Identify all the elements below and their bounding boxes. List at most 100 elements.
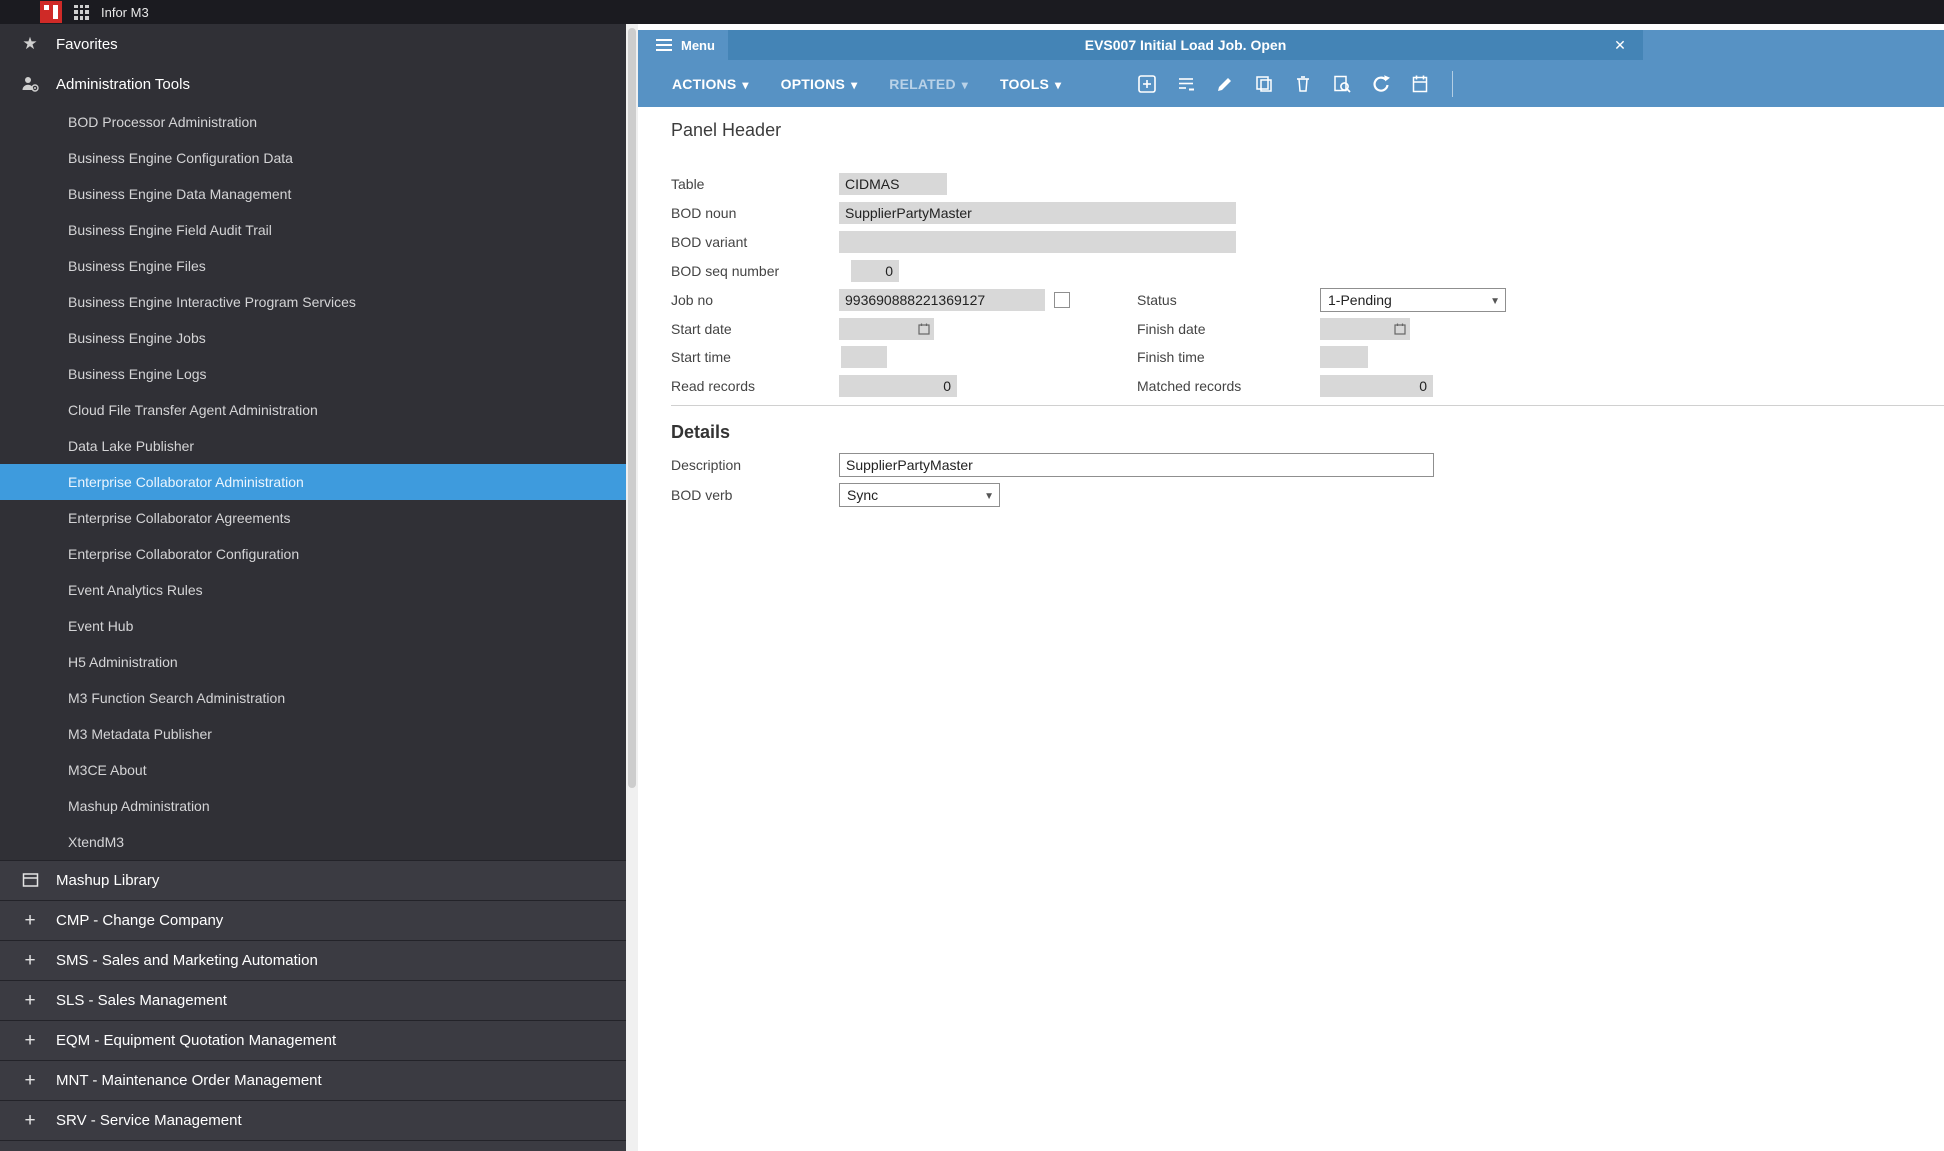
bod-noun-label: BOD noun — [671, 205, 737, 221]
admin-tools-icon — [20, 75, 40, 93]
panel-header-section-title: Panel Header — [671, 120, 782, 140]
section-label: CMP - Change Company — [56, 912, 224, 929]
sidebar-item-business-engine-field-audit-trail[interactable]: Business Engine Field Audit Trail — [0, 212, 626, 248]
status-value: 1-Pending — [1328, 292, 1392, 308]
form-row-times: Start time Finish time — [671, 343, 1944, 371]
sidebar-item-business-engine-interactive-program-services[interactable]: Business Engine Interactive Program Serv… — [0, 284, 626, 320]
sidebar-item-m3-function-search-administration[interactable]: M3 Function Search Administration — [0, 680, 626, 716]
sidebar-item-business-engine-jobs[interactable]: Business Engine Jobs — [0, 320, 626, 356]
actions-menu[interactable]: ACTIONS — [672, 76, 749, 92]
sidebar: Favorites Administration Tools BOD Proce… — [0, 24, 626, 1151]
read-records-input[interactable]: 0 — [839, 375, 957, 397]
panel-header-bar: Menu EVS007 Initial Load Job. Open — [638, 30, 1944, 60]
sidebar-item-administration-tools[interactable]: Administration Tools — [0, 64, 626, 104]
bod-verb-value: Sync — [847, 487, 879, 503]
section-divider — [671, 405, 1944, 406]
start-time-input[interactable] — [841, 346, 887, 368]
sidebar-item-business-engine-configuration-data[interactable]: Business Engine Configuration Data — [0, 140, 626, 176]
panel-title: EVS007 Initial Load Job. Open — [1084, 37, 1287, 53]
sidebar-section-mnt[interactable]: MNT - Maintenance Order Management — [0, 1060, 626, 1100]
search-document-icon[interactable] — [1330, 72, 1354, 96]
top-bar: Infor M3 — [0, 0, 1944, 24]
matched-records-label: Matched records — [1137, 378, 1242, 394]
sidebar-scrollbar-thumb[interactable] — [628, 28, 636, 788]
sidebar-item-business-engine-data-management[interactable]: Business Engine Data Management — [0, 176, 626, 212]
start-date-label: Start date — [671, 321, 732, 337]
sidebar-item-cloud-file-transfer-agent-administration[interactable]: Cloud File Transfer Agent Administration — [0, 392, 626, 428]
hamburger-icon — [656, 39, 672, 51]
bod-verb-dropdown[interactable]: Sync — [839, 483, 1000, 507]
description-label: Description — [671, 457, 742, 473]
clipboard-icon[interactable] — [1408, 72, 1432, 96]
app-title: Infor M3 — [101, 4, 149, 20]
job-no-checkbox[interactable] — [1054, 292, 1070, 308]
edit-icon[interactable] — [1213, 72, 1237, 96]
sidebar-item-bod-processor-administration[interactable]: BOD Processor Administration — [0, 104, 626, 140]
menu-button[interactable]: Menu — [638, 30, 728, 60]
plus-icon — [20, 1110, 40, 1132]
bod-variant-input[interactable] — [839, 231, 1236, 253]
sidebar-item-event-analytics-rules[interactable]: Event Analytics Rules — [0, 572, 626, 608]
sidebar-item-mashup-administration[interactable]: Mashup Administration — [0, 788, 626, 824]
app-grid-icon[interactable] — [74, 4, 89, 20]
bod-verb-label: BOD verb — [671, 487, 733, 503]
section-label: SRV - Service Management — [56, 1112, 242, 1129]
bod-noun-input[interactable]: SupplierPartyMaster — [839, 202, 1236, 224]
sidebar-scrollbar[interactable] — [626, 24, 638, 1151]
sidebar-item-m3-metadata-publisher[interactable]: M3 Metadata Publisher — [0, 716, 626, 752]
chevron-down-icon — [742, 76, 748, 92]
sidebar-item-enterprise-collaborator-agreements[interactable]: Enterprise Collaborator Agreements — [0, 500, 626, 536]
table-input[interactable]: CIDMAS — [839, 173, 947, 195]
chevron-down-icon — [1490, 293, 1500, 307]
sidebar-item-xtendm3[interactable]: XtendM3 — [0, 824, 626, 860]
delete-icon[interactable] — [1291, 72, 1315, 96]
sidebar-item-enterprise-collaborator-configuration[interactable]: Enterprise Collaborator Configuration — [0, 536, 626, 572]
bod-seq-label: BOD seq number — [671, 263, 780, 279]
plus-icon — [20, 1070, 40, 1092]
section-label: SLS - Sales Management — [56, 992, 227, 1009]
sidebar-item-m3ce-about[interactable]: M3CE About — [0, 752, 626, 788]
sidebar-item-event-hub[interactable]: Event Hub — [0, 608, 626, 644]
plus-icon — [20, 910, 40, 932]
favorites-label: Favorites — [56, 35, 118, 53]
sidebar-section-eqm[interactable]: EQM - Equipment Quotation Management — [0, 1020, 626, 1060]
start-date-input[interactable] — [839, 318, 934, 340]
sidebar-section-sms[interactable]: SMS - Sales and Marketing Automation — [0, 940, 626, 980]
sidebar-partial-row — [0, 1140, 626, 1151]
tools-menu[interactable]: TOOLS — [1000, 76, 1061, 92]
form-row-description: Description SupplierPartyMaster — [671, 451, 1944, 479]
sidebar-section-mashup-library[interactable]: Mashup Library — [0, 860, 626, 900]
bod-seq-input[interactable]: 0 — [851, 260, 899, 282]
details-section-title: Details — [671, 422, 731, 442]
section-label: EQM - Equipment Quotation Management — [56, 1032, 337, 1049]
menu-label: Menu — [681, 37, 715, 53]
copy-icon[interactable] — [1252, 72, 1276, 96]
plus-icon — [20, 990, 40, 1012]
section-label: Mashup Library — [56, 872, 160, 889]
close-icon[interactable] — [1607, 30, 1633, 60]
status-dropdown[interactable]: 1-Pending — [1320, 288, 1506, 312]
admin-tools-label: Administration Tools — [56, 75, 190, 93]
sidebar-item-enterprise-collaborator-administration[interactable]: Enterprise Collaborator Administration — [0, 464, 626, 500]
sidebar-section-srv[interactable]: SRV - Service Management — [0, 1100, 626, 1140]
job-no-input[interactable]: 993690888221369127 — [839, 289, 1045, 311]
sidebar-item-h5-administration[interactable]: H5 Administration — [0, 644, 626, 680]
plus-icon — [20, 1030, 40, 1052]
sidebar-item-business-engine-files[interactable]: Business Engine Files — [0, 248, 626, 284]
chevron-down-icon — [1055, 76, 1061, 92]
add-icon[interactable] — [1135, 72, 1159, 96]
sidebar-section-sls[interactable]: SLS - Sales Management — [0, 980, 626, 1020]
sidebar-item-data-lake-publisher[interactable]: Data Lake Publisher — [0, 428, 626, 464]
options-menu[interactable]: OPTIONS — [781, 76, 858, 92]
finish-time-input[interactable] — [1320, 346, 1368, 368]
matched-records-input[interactable]: 0 — [1320, 375, 1433, 397]
related-menu: RELATED — [889, 76, 968, 92]
finish-date-input[interactable] — [1320, 318, 1410, 340]
refresh-icon[interactable] — [1369, 72, 1393, 96]
description-input[interactable]: SupplierPartyMaster — [839, 453, 1434, 477]
panel-title-bar: EVS007 Initial Load Job. Open — [728, 30, 1643, 60]
sidebar-section-cmp[interactable]: CMP - Change Company — [0, 900, 626, 940]
list-remove-icon[interactable] — [1174, 72, 1198, 96]
sidebar-item-favorites[interactable]: Favorites — [0, 24, 626, 64]
sidebar-item-business-engine-logs[interactable]: Business Engine Logs — [0, 356, 626, 392]
